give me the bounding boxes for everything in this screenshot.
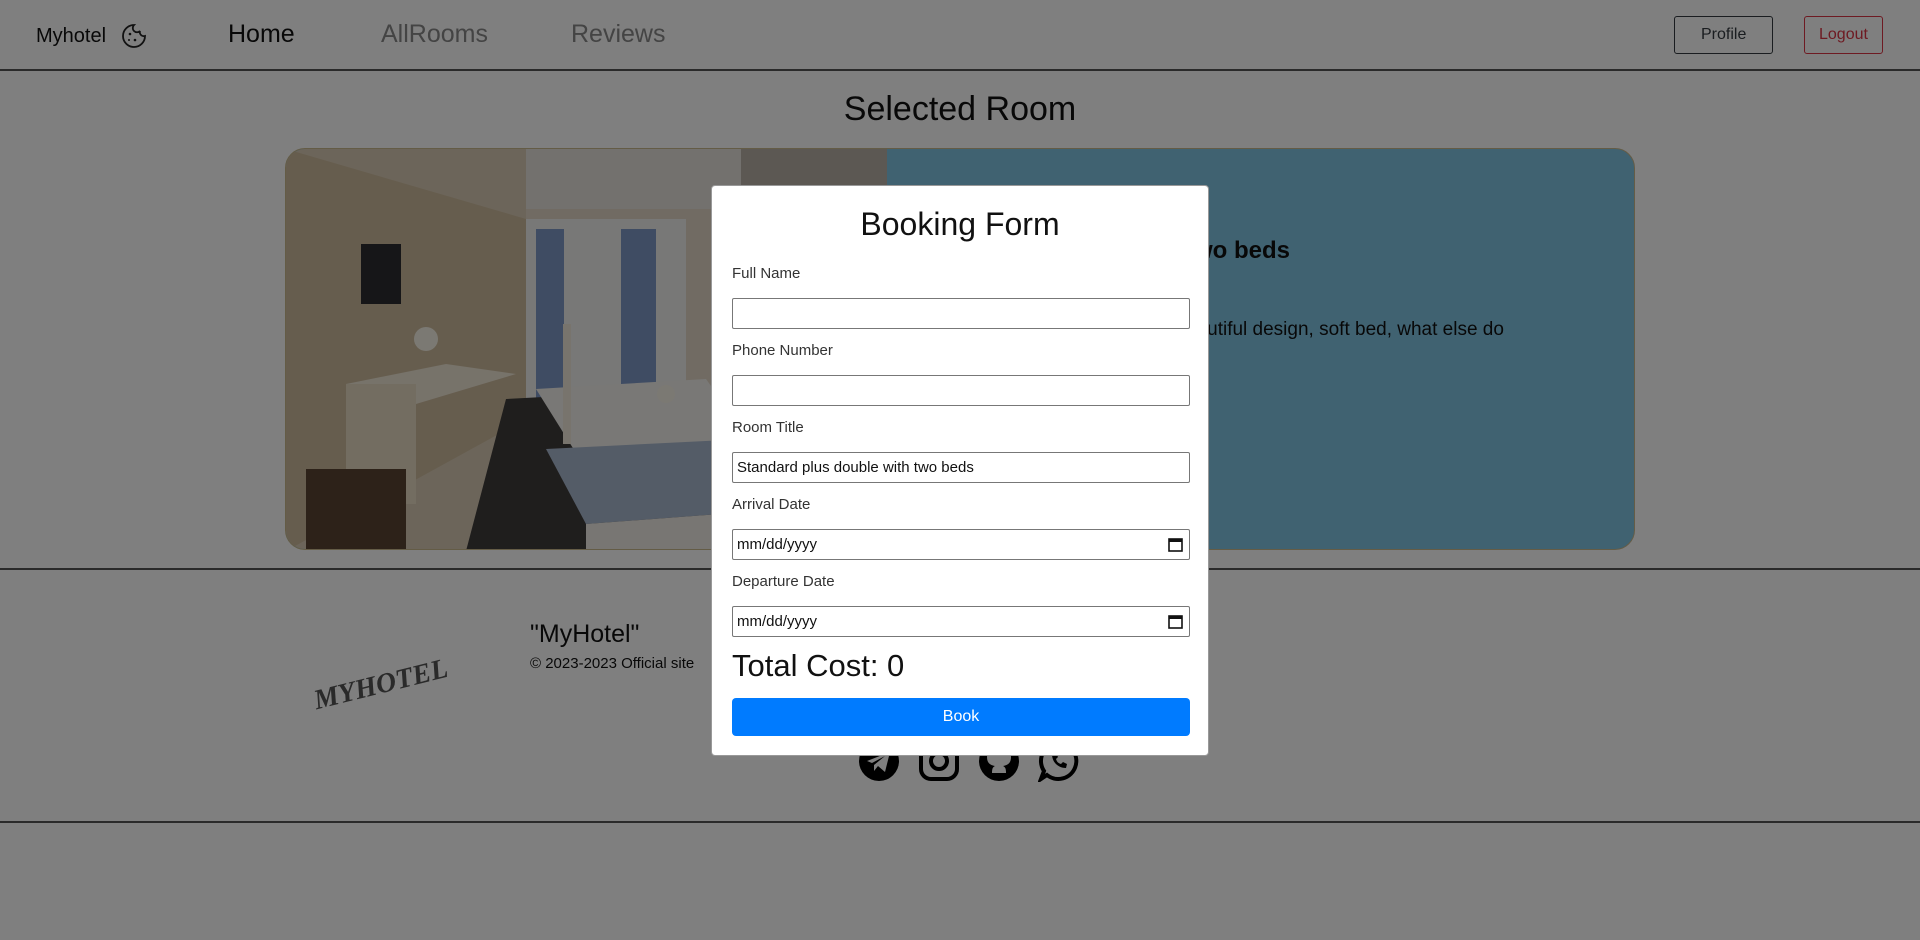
arrival-date-input[interactable]: mm/dd/yyyy <box>732 529 1190 560</box>
arrival-date-value: mm/dd/yyyy <box>737 536 818 553</box>
departure-date-label: Departure Date <box>732 573 835 590</box>
booking-modal: Booking Form Full Name Phone Number Room… <box>711 185 1209 756</box>
arrival-date-label: Arrival Date <box>732 496 811 513</box>
total-cost: Total Cost: 0 <box>732 648 905 683</box>
full-name-label: Full Name <box>732 265 801 282</box>
departure-date-value: mm/dd/yyyy <box>737 613 818 630</box>
calendar-icon[interactable] <box>1168 614 1183 629</box>
room-title-input[interactable]: Standard plus double with two beds <box>732 452 1190 483</box>
calendar-icon[interactable] <box>1168 537 1183 552</box>
modal-title: Booking Form <box>860 206 1060 242</box>
departure-date-input[interactable]: mm/dd/yyyy <box>732 606 1190 637</box>
phone-number-label: Phone Number <box>732 342 833 359</box>
full-name-input[interactable] <box>732 298 1190 329</box>
phone-number-input[interactable] <box>732 375 1190 406</box>
room-title-label: Room Title <box>732 419 804 436</box>
book-button[interactable]: Book <box>732 698 1190 736</box>
